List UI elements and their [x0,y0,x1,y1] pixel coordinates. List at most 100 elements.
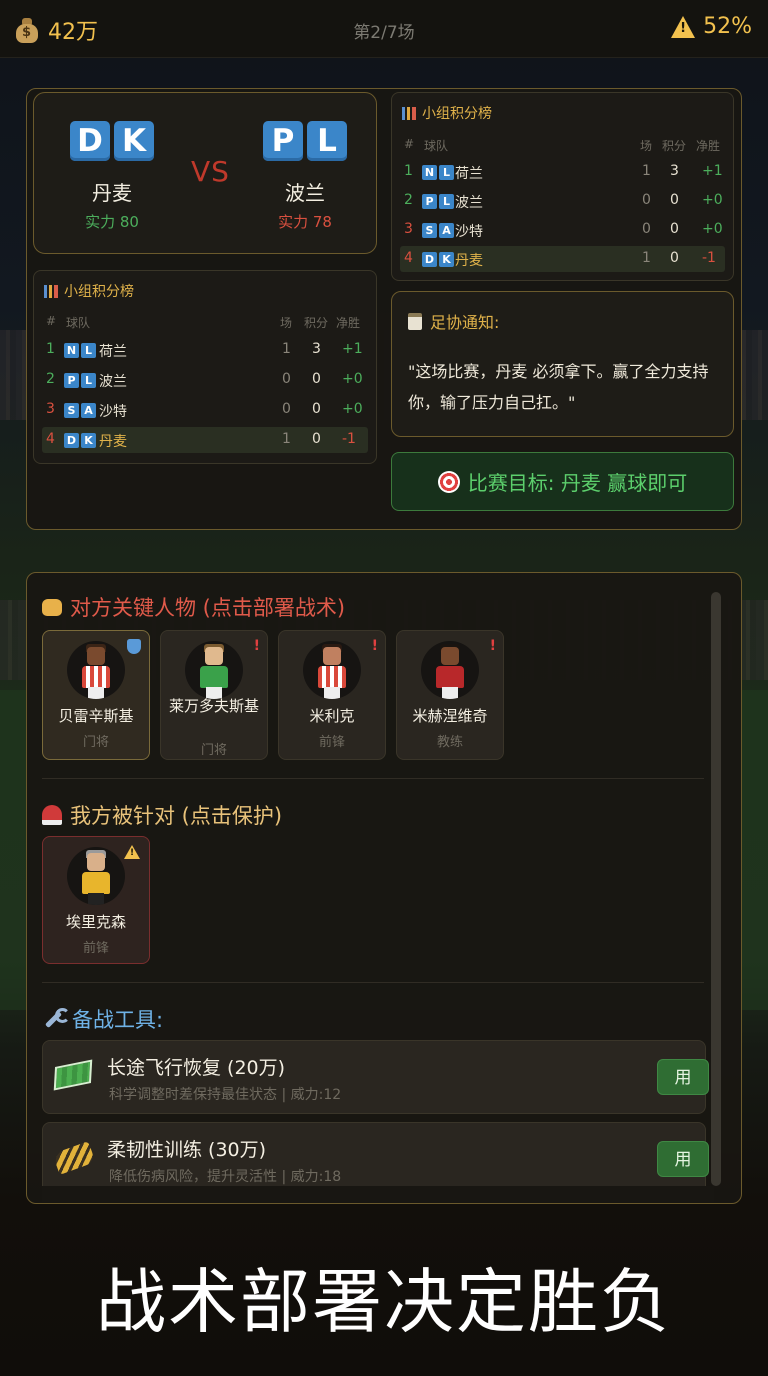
team-flag: PL [64,372,96,388]
goal-text: 比赛目标: 丹麦 赢球即可 [467,471,688,495]
standings-row: 4 DK 丹麦 1 0 -1 [400,246,725,272]
section-divider [42,982,704,983]
row-gd: +0 [342,371,363,387]
flag-letter: D [64,432,79,448]
use-tool-button[interactable]: 用 [657,1141,709,1177]
player-role: 前锋 [318,735,345,750]
row-points: 0 [312,431,321,447]
flag-letter: A [439,222,454,238]
flag-letter: L [439,193,454,209]
wrench-icon [42,1008,70,1030]
flag-letter: D [70,121,110,161]
row-played: 1 [642,163,651,179]
row-team: 荷兰 [99,344,127,360]
bar-chart-icon [44,284,58,298]
standings-title-text: 小组积分榜 [64,284,134,300]
player-role: 门将 [82,735,109,750]
player-avatar [303,641,361,699]
tool-item[interactable]: 柔韧性训练 (30万) 降低伤病风险，提升灵活性 | 威力:18 用 [42,1122,709,1196]
row-rank: 1 [404,163,413,179]
row-team: 荷兰 [455,166,483,182]
row-played: 0 [642,221,651,237]
flag-letter: K [439,251,454,267]
flag-letter: L [81,372,96,388]
shield-icon [127,639,141,654]
standings-table: 小组积分榜 # 球队 场 积分 净胜 1 NL 荷兰 1 3 +1 2 PL 波… [391,92,734,281]
flag-letter: P [64,372,79,388]
header-played: 场 [640,139,653,153]
use-tool-button[interactable]: 用 [657,1059,709,1095]
row-team: 波兰 [99,374,127,390]
round-indicator: 第2/7场 [353,23,415,43]
section-divider [42,778,704,779]
team-flag: DK [422,251,454,267]
standings-table: 小组积分榜 # 球队 场 积分 净胜 1 NL 荷兰 1 3 +1 2 PL 波… [33,270,377,464]
standings-row: 2 PL 波兰 0 0 +0 [42,367,368,393]
opponent-player-card[interactable]: ! 米利克 前锋 [278,630,386,760]
standings-title-text: 小组积分榜 [422,106,492,122]
row-team: 丹麦 [455,253,483,269]
row-points: 0 [670,192,679,208]
row-rank: 3 [46,401,55,417]
away-team-flag: P L [263,121,347,161]
standings-row: 3 SA 沙特 0 0 +0 [400,217,725,243]
tactics-scrollbar[interactable] [711,592,721,1186]
row-gd: +1 [342,341,363,357]
row-points: 0 [670,221,679,237]
flag-letter: L [307,121,347,161]
away-team-name: 波兰 [285,181,325,205]
risk-display: ! 52% [671,14,752,39]
team-flag: SA [422,222,454,238]
alert-icon: ! [371,638,378,654]
targeted-section-title: 我方被针对 (点击保护) [42,800,282,830]
flag-letter: D [422,251,437,267]
notice-header: 足协通知: [408,309,499,333]
matchup-card: D K 丹麦 实力 80 VS P L 波兰 实力 78 [33,92,377,254]
player-name: 贝雷辛斯基 [58,707,134,725]
player-name: 埃里克森 [65,913,126,931]
row-points: 3 [312,341,321,357]
player-name: 米赫涅维奇 [412,707,488,725]
standings-row: 3 SA 沙特 0 0 +0 [42,397,368,423]
standings-row: 2 PL 波兰 0 0 +0 [400,188,725,214]
standings-row: 1 NL 荷兰 1 3 +1 [400,159,725,185]
tool-item[interactable]: 长途飞行恢复 (20万) 科学调整时差保持最佳状态 | 威力:12 用 [42,1040,709,1114]
vs-label: VS [191,155,230,188]
risk-value: 52% [703,14,752,39]
fist-icon [42,598,62,616]
row-points: 0 [312,401,321,417]
row-rank: 4 [46,431,55,447]
row-team: 丹麦 [99,434,127,450]
row-rank: 2 [404,192,413,208]
team-flag: NL [422,164,454,180]
header-points: 积分 [662,139,687,153]
siren-icon [42,805,62,825]
flag-letter: K [114,121,154,161]
team-flag: PL [422,193,454,209]
home-team-power: 实力 80 [85,213,139,231]
team-flag: DK [64,432,96,448]
opponent-player-card[interactable]: ! 米赫涅维奇 教练 [396,630,504,760]
opponent-player-card[interactable]: 贝雷辛斯基 门将 [42,630,150,760]
row-played: 0 [642,192,651,208]
notice-title: 足协通知: [430,313,500,332]
home-team-name: 丹麦 [92,181,132,205]
row-played: 1 [282,341,291,357]
federation-notice: 足协通知: "这场比赛，丹麦 必须拿下。赢了全力支持你，输了压力自己扛。" [391,291,734,437]
tools-section-title: 备战工具: [42,1004,163,1034]
header-rank: # [46,314,57,328]
flag-letter: L [439,164,454,180]
opponent-player-card[interactable]: ! 莱万多夫斯基 门将 [160,630,268,760]
warning-icon: ! [124,845,140,859]
alert-icon: ! [253,638,260,654]
target-icon [437,470,460,493]
top-bar: $ 42万 第2/7场 ! 52% [0,0,768,58]
header-team: 球队 [424,139,449,153]
boot-icon [52,1141,96,1175]
flag-letter: P [263,121,303,161]
player-avatar [67,641,125,699]
clipboard-icon [408,312,422,330]
opponents-section-title: 对方关键人物 (点击部署战术) [42,592,345,622]
player-name: 米利克 [309,707,355,725]
targeted-player-card[interactable]: ! 埃里克森 前锋 [42,836,150,964]
